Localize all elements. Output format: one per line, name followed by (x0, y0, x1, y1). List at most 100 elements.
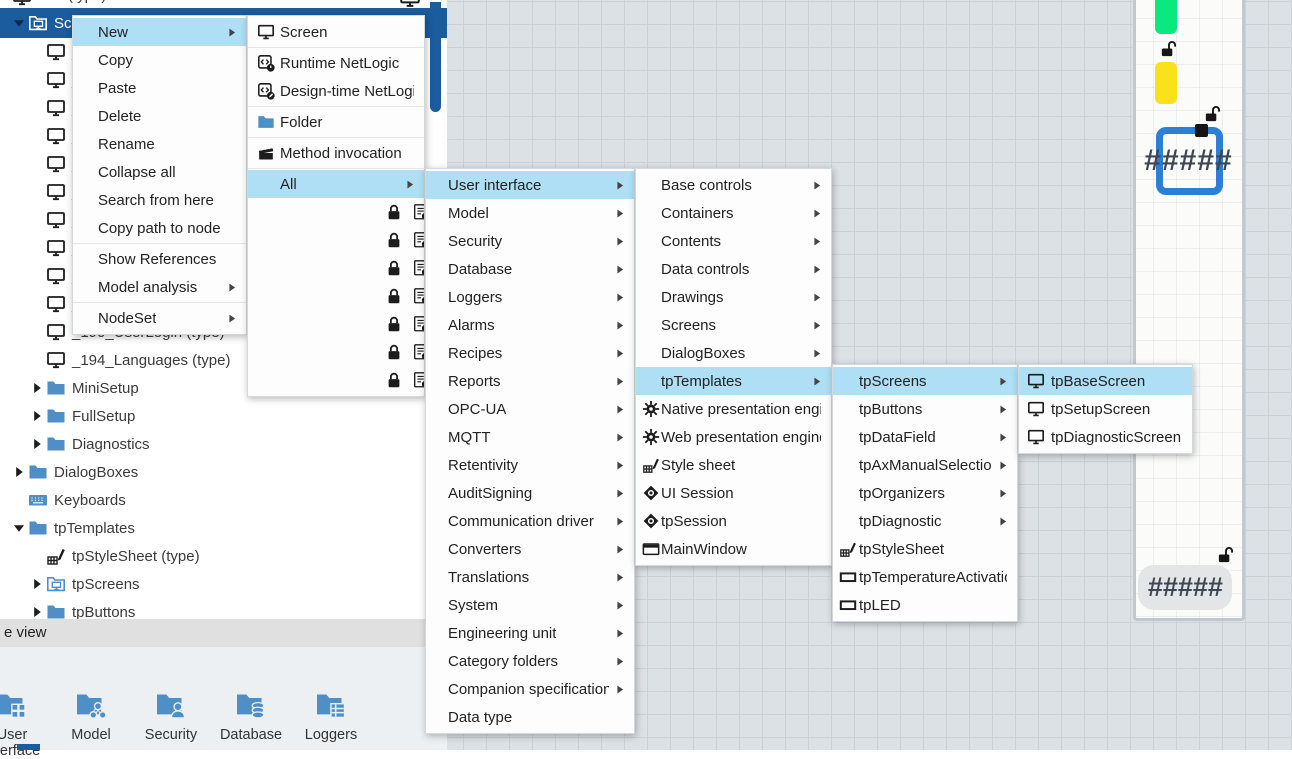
canvas-widget-anchor-square[interactable] (1195, 124, 1208, 137)
screen-template-strip[interactable] (1133, 0, 1245, 621)
menu-item-ui-session[interactable]: UI Session (636, 479, 831, 507)
chevron-right-icon[interactable] (28, 383, 46, 393)
menu-item-design-time-netlogic[interactable]: Design-time NetLogic (248, 77, 424, 105)
menu-item-copy[interactable]: Copy (73, 46, 246, 74)
menu-item-recipes[interactable]: Recipes (426, 339, 634, 367)
tree-item-tpbuttons[interactable]: tpButtons (0, 598, 447, 619)
tree-item-dialogboxes[interactable]: DialogBoxes (0, 458, 447, 486)
menu-item-tpbuttons[interactable]: tpButtons (833, 395, 1017, 423)
menu-item-system[interactable]: System (426, 591, 634, 619)
menu-item-locked[interactable] (248, 198, 424, 226)
tree-item-diagnostics[interactable]: Diagnostics (0, 430, 447, 458)
toolbar-item-model[interactable]: Model (49, 691, 133, 743)
menu-item-paste[interactable]: Paste (73, 74, 246, 102)
menu-item-collapse-all[interactable]: Collapse all (73, 158, 246, 186)
menu-item-tpaxmanualselection[interactable]: tpAxManualSelection (833, 451, 1017, 479)
menu-item-dialogboxes[interactable]: DialogBoxes (636, 339, 831, 367)
menu-item-locked[interactable] (248, 338, 424, 366)
menu-item-style-sheet[interactable]: Style sheet (636, 451, 831, 479)
menu-item-reports[interactable]: Reports (426, 367, 634, 395)
menu-item-tpsetupscreen[interactable]: tpSetupScreen (1019, 395, 1192, 423)
chevron-right-icon[interactable] (28, 607, 46, 617)
toolbar-item-loggers[interactable]: Loggers (289, 691, 373, 743)
menu-item-method-invocation[interactable]: Method invocation (248, 139, 424, 167)
menu-item-data-controls[interactable]: Data controls (636, 255, 831, 283)
menu-item-native-presentation-engine[interactable]: Native presentation engine (636, 395, 831, 423)
chevron-right-icon[interactable] (28, 579, 46, 589)
menu-item-locked[interactable] (248, 282, 424, 310)
canvas-widget-yellow-led[interactable] (1155, 62, 1177, 104)
menu-item-new[interactable]: New (73, 18, 246, 46)
menu-item-containers[interactable]: Containers (636, 199, 831, 227)
menu-item-converters[interactable]: Converters (426, 535, 634, 563)
menu-item-locked[interactable] (248, 254, 424, 282)
tree-item-tpstylesheet-type[interactable]: tpStyleSheet (type) (0, 542, 447, 570)
menu-item-user-interface[interactable]: User interface (426, 171, 634, 199)
menu-item-all[interactable]: All (248, 170, 424, 198)
menu-item-copy-path-to-node[interactable]: Copy path to node (73, 214, 246, 242)
menu-item-tpdiagnosticscreen[interactable]: tpDiagnosticScreen (1019, 423, 1192, 451)
menu-item-mqtt[interactable]: MQTT (426, 423, 634, 451)
menu-item-rename[interactable]: Rename (73, 130, 246, 158)
menu-item-companion-specifications[interactable]: Companion specifications (426, 675, 634, 703)
menu-item-screen[interactable]: Screen (248, 18, 424, 46)
tree-item-tpscreens[interactable]: tpScreens (0, 570, 447, 598)
menu-item-tporganizers[interactable]: tpOrganizers (833, 479, 1017, 507)
menu-item-tptemperatureactivation[interactable]: tpTemperatureActivation (833, 563, 1017, 591)
canvas-placeholder-label[interactable]: ##### (1134, 144, 1242, 178)
menu-item-tpled[interactable]: tpLED (833, 591, 1017, 619)
menu-item-mainwindow[interactable]: MainWindow (636, 535, 831, 563)
menu-item-auditsigning[interactable]: AuditSigning (426, 479, 634, 507)
menu-item-search-from-here[interactable]: Search from here (73, 186, 246, 214)
tree-item-tptemplates[interactable]: tpTemplates (0, 514, 447, 542)
menu-item-nodeset[interactable]: NodeSet (73, 304, 246, 332)
menu-item-data-type[interactable]: Data type (426, 703, 634, 731)
chevron-right-icon[interactable] (10, 467, 28, 477)
menu-item-engineering-unit[interactable]: Engineering unit (426, 619, 634, 647)
menu-item-screens[interactable]: Screens (636, 311, 831, 339)
menu-item-tpbasescreen[interactable]: tpBaseScreen (1019, 367, 1192, 395)
chevron-down-icon[interactable] (10, 18, 28, 28)
menu-item-tpdatafield[interactable]: tpDataField (833, 423, 1017, 451)
menu-item-web-presentation-engine[interactable]: Web presentation engine (636, 423, 831, 451)
menu-item-folder[interactable]: Folder (248, 108, 424, 136)
menu-item-opc-ua[interactable]: OPC-UA (426, 395, 634, 423)
menu-item-communication-driver[interactable]: Communication driver (426, 507, 634, 535)
none-icon (839, 484, 859, 502)
menu-item-runtime-netlogic[interactable]: Runtime NetLogic (248, 49, 424, 77)
menu-item-translations[interactable]: Translations (426, 563, 634, 591)
menu-item-tpsession[interactable]: tpSession (636, 507, 831, 535)
menu-item-tpstylesheet[interactable]: tpStyleSheet (833, 535, 1017, 563)
canvas-widget-green-led[interactable] (1155, 0, 1177, 34)
menu-item-locked[interactable] (248, 310, 424, 338)
menu-item-category-folders[interactable]: Category folders (426, 647, 634, 675)
tree-item-fullsetup[interactable]: FullSetup (0, 402, 447, 430)
menu-item-retentivity[interactable]: Retentivity (426, 451, 634, 479)
tree-item-partial-top[interactable]: (type) (0, 0, 447, 8)
menu-item-loggers[interactable]: Loggers (426, 283, 634, 311)
chevron-down-icon[interactable] (10, 523, 28, 533)
canvas-widget-value-pill[interactable]: ##### (1138, 565, 1232, 610)
menu-item-alarms[interactable]: Alarms (426, 311, 634, 339)
menu-item-base-controls[interactable]: Base controls (636, 171, 831, 199)
monitor-icon (46, 154, 66, 174)
menu-item-security[interactable]: Security (426, 227, 634, 255)
chevron-right-icon[interactable] (28, 411, 46, 421)
chevron-right-icon[interactable] (28, 439, 46, 449)
menu-item-tpdiagnostic[interactable]: tpDiagnostic (833, 507, 1017, 535)
menu-item-delete[interactable]: Delete (73, 102, 246, 130)
menu-item-database[interactable]: Database (426, 255, 634, 283)
toolbar-item-security[interactable]: Security (129, 691, 213, 743)
menu-item-contents[interactable]: Contents (636, 227, 831, 255)
menu-item-tpscreens[interactable]: tpScreens (833, 367, 1017, 395)
menu-item-model[interactable]: Model (426, 199, 634, 227)
toolbar-item-database[interactable]: Database (209, 691, 293, 743)
menu-item-locked[interactable] (248, 226, 424, 254)
menu-item-locked[interactable] (248, 366, 424, 394)
menu-item-tptemplates[interactable]: tpTemplates (636, 367, 831, 395)
menu-item-model-analysis[interactable]: Model analysis (73, 273, 246, 301)
tree-item-keyboards[interactable]: Keyboards (0, 486, 447, 514)
menu-item-show-references[interactable]: Show References (73, 245, 246, 273)
tree-scrollbar-thumb[interactable] (430, 2, 441, 112)
menu-item-drawings[interactable]: Drawings (636, 283, 831, 311)
